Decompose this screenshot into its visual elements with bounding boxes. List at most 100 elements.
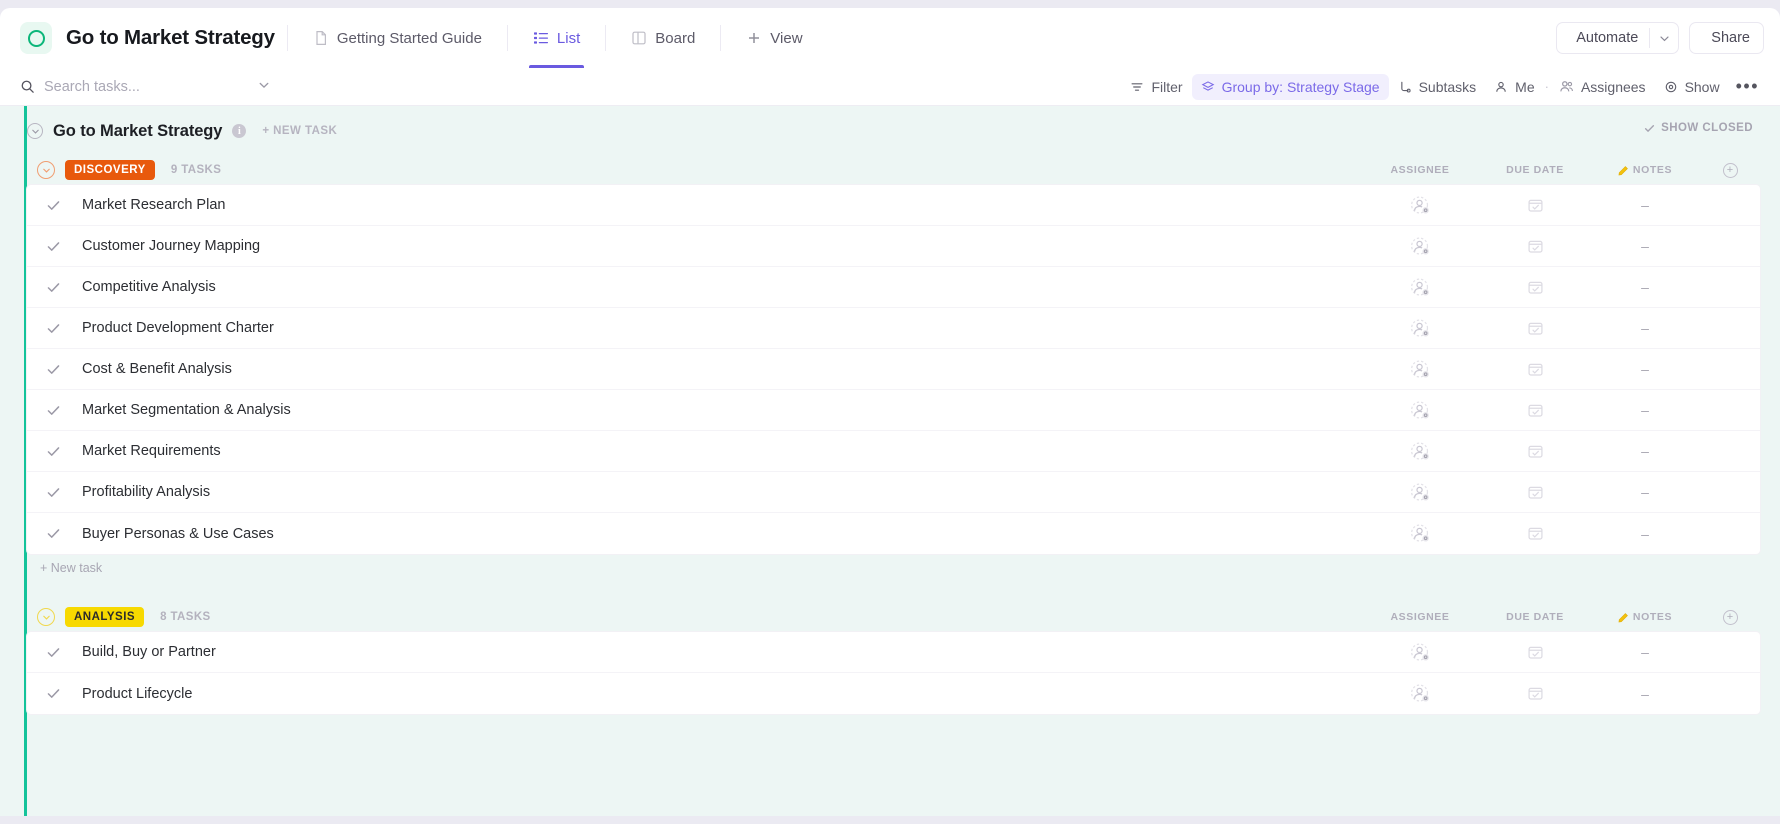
- table-row[interactable]: Product Lifecycle –: [27, 673, 1760, 714]
- task-due-date-cell[interactable]: [1480, 267, 1590, 308]
- task-name[interactable]: Buyer Personas & Use Cases: [82, 526, 1360, 542]
- collapse-list-button[interactable]: [27, 123, 43, 139]
- info-icon[interactable]: i: [232, 124, 246, 138]
- task-name[interactable]: Product Development Charter: [82, 320, 1360, 336]
- status-badge[interactable]: DISCOVERY: [65, 160, 155, 180]
- task-notes-cell[interactable]: –: [1590, 390, 1700, 431]
- task-notes-cell[interactable]: –: [1590, 267, 1700, 308]
- task-notes-cell[interactable]: –: [1590, 431, 1700, 472]
- share-button[interactable]: Share: [1689, 22, 1764, 54]
- task-name[interactable]: Cost & Benefit Analysis: [82, 361, 1360, 377]
- new-task-header-button[interactable]: + NEW TASK: [262, 125, 337, 137]
- task-due-date-cell[interactable]: [1480, 308, 1590, 349]
- column-header-assignee[interactable]: ASSIGNEE: [1360, 164, 1480, 176]
- group-by-button[interactable]: Group by: Strategy Stage: [1192, 74, 1389, 100]
- column-header-notes[interactable]: NOTES: [1590, 611, 1700, 623]
- column-header-assignee[interactable]: ASSIGNEE: [1360, 611, 1480, 623]
- task-name[interactable]: Market Requirements: [82, 443, 1360, 459]
- task-due-date-cell[interactable]: [1480, 185, 1590, 226]
- filter-button[interactable]: Filter: [1121, 74, 1191, 100]
- automate-dropdown-button[interactable]: [1650, 22, 1678, 54]
- task-name[interactable]: Build, Buy or Partner: [82, 644, 1360, 660]
- table-row[interactable]: Market Research Plan –: [27, 185, 1760, 226]
- task-notes-cell[interactable]: –: [1590, 226, 1700, 267]
- me-filter-button[interactable]: Me: [1485, 74, 1543, 100]
- new-task-row-button[interactable]: + New task: [27, 554, 1760, 582]
- task-notes-cell[interactable]: –: [1590, 513, 1700, 554]
- column-header-due-date[interactable]: DUE DATE: [1480, 164, 1590, 176]
- table-row[interactable]: Buyer Personas & Use Cases –: [27, 513, 1760, 554]
- task-complete-checkbox[interactable]: [40, 198, 66, 213]
- task-notes-cell[interactable]: –: [1590, 632, 1700, 673]
- task-assignee-cell[interactable]: [1360, 632, 1480, 673]
- task-notes-cell[interactable]: –: [1590, 472, 1700, 513]
- more-options-button[interactable]: •••: [1729, 74, 1766, 100]
- task-notes-cell[interactable]: –: [1590, 673, 1700, 714]
- task-assignee-cell[interactable]: [1360, 513, 1480, 554]
- search-input[interactable]: [44, 79, 249, 95]
- task-complete-checkbox[interactable]: [40, 686, 66, 701]
- task-complete-checkbox[interactable]: [40, 321, 66, 336]
- collapse-group-button[interactable]: [37, 608, 55, 626]
- task-due-date-cell[interactable]: [1480, 390, 1590, 431]
- add-column-button[interactable]: +: [1700, 610, 1760, 625]
- task-assignee-cell[interactable]: [1360, 431, 1480, 472]
- task-complete-checkbox[interactable]: [40, 403, 66, 418]
- workspace-logo[interactable]: [20, 22, 52, 54]
- task-assignee-cell[interactable]: [1360, 390, 1480, 431]
- task-notes-cell[interactable]: –: [1590, 308, 1700, 349]
- add-column-button[interactable]: +: [1700, 163, 1760, 178]
- table-row[interactable]: Customer Journey Mapping –: [27, 226, 1760, 267]
- task-due-date-cell[interactable]: [1480, 513, 1590, 554]
- task-due-date-cell[interactable]: [1480, 472, 1590, 513]
- tab-board[interactable]: Board: [618, 8, 708, 68]
- column-header-due-date[interactable]: DUE DATE: [1480, 611, 1590, 623]
- task-notes-cell[interactable]: –: [1590, 185, 1700, 226]
- automate-button[interactable]: Automate: [1557, 22, 1649, 54]
- task-complete-checkbox[interactable]: [40, 485, 66, 500]
- task-complete-checkbox[interactable]: [40, 362, 66, 377]
- task-assignee-cell[interactable]: [1360, 308, 1480, 349]
- task-name[interactable]: Market Research Plan: [82, 197, 1360, 213]
- task-complete-checkbox[interactable]: [40, 645, 66, 660]
- table-row[interactable]: Market Segmentation & Analysis –: [27, 390, 1760, 431]
- task-name[interactable]: Competitive Analysis: [82, 279, 1360, 295]
- assignees-filter-button[interactable]: Assignees: [1550, 74, 1655, 100]
- search-dropdown-button[interactable]: [258, 78, 270, 96]
- task-name[interactable]: Market Segmentation & Analysis: [82, 402, 1360, 418]
- task-assignee-cell[interactable]: [1360, 226, 1480, 267]
- table-row[interactable]: Profitability Analysis –: [27, 472, 1760, 513]
- task-due-date-cell[interactable]: [1480, 431, 1590, 472]
- tab-list[interactable]: List: [520, 8, 593, 68]
- task-assignee-cell[interactable]: [1360, 185, 1480, 226]
- task-complete-checkbox[interactable]: [40, 280, 66, 295]
- show-button[interactable]: Show: [1655, 74, 1729, 100]
- task-complete-checkbox[interactable]: [40, 526, 66, 541]
- task-name[interactable]: Profitability Analysis: [82, 484, 1360, 500]
- task-assignee-cell[interactable]: [1360, 673, 1480, 714]
- table-row[interactable]: Cost & Benefit Analysis –: [27, 349, 1760, 390]
- task-due-date-cell[interactable]: [1480, 349, 1590, 390]
- table-row[interactable]: Market Requirements –: [27, 431, 1760, 472]
- tab-getting-started-guide[interactable]: Getting Started Guide: [300, 8, 495, 68]
- task-assignee-cell[interactable]: [1360, 349, 1480, 390]
- tab-add-view[interactable]: View: [733, 8, 815, 68]
- column-header-notes[interactable]: NOTES: [1590, 164, 1700, 176]
- task-assignee-cell[interactable]: [1360, 267, 1480, 308]
- show-closed-button[interactable]: SHOW CLOSED: [1644, 122, 1753, 134]
- task-due-date-cell[interactable]: [1480, 673, 1590, 714]
- status-badge[interactable]: ANALYSIS: [65, 607, 144, 627]
- collapse-group-button[interactable]: [37, 161, 55, 179]
- task-name[interactable]: Product Lifecycle: [82, 686, 1360, 702]
- table-row[interactable]: Product Development Charter –: [27, 308, 1760, 349]
- task-name[interactable]: Customer Journey Mapping: [82, 238, 1360, 254]
- task-due-date-cell[interactable]: [1480, 632, 1590, 673]
- table-row[interactable]: Build, Buy or Partner –: [27, 632, 1760, 673]
- task-due-date-cell[interactable]: [1480, 226, 1590, 267]
- task-assignee-cell[interactable]: [1360, 472, 1480, 513]
- table-row[interactable]: Competitive Analysis –: [27, 267, 1760, 308]
- subtasks-button[interactable]: Subtasks: [1389, 74, 1486, 100]
- task-complete-checkbox[interactable]: [40, 444, 66, 459]
- task-notes-cell[interactable]: –: [1590, 349, 1700, 390]
- task-complete-checkbox[interactable]: [40, 239, 66, 254]
